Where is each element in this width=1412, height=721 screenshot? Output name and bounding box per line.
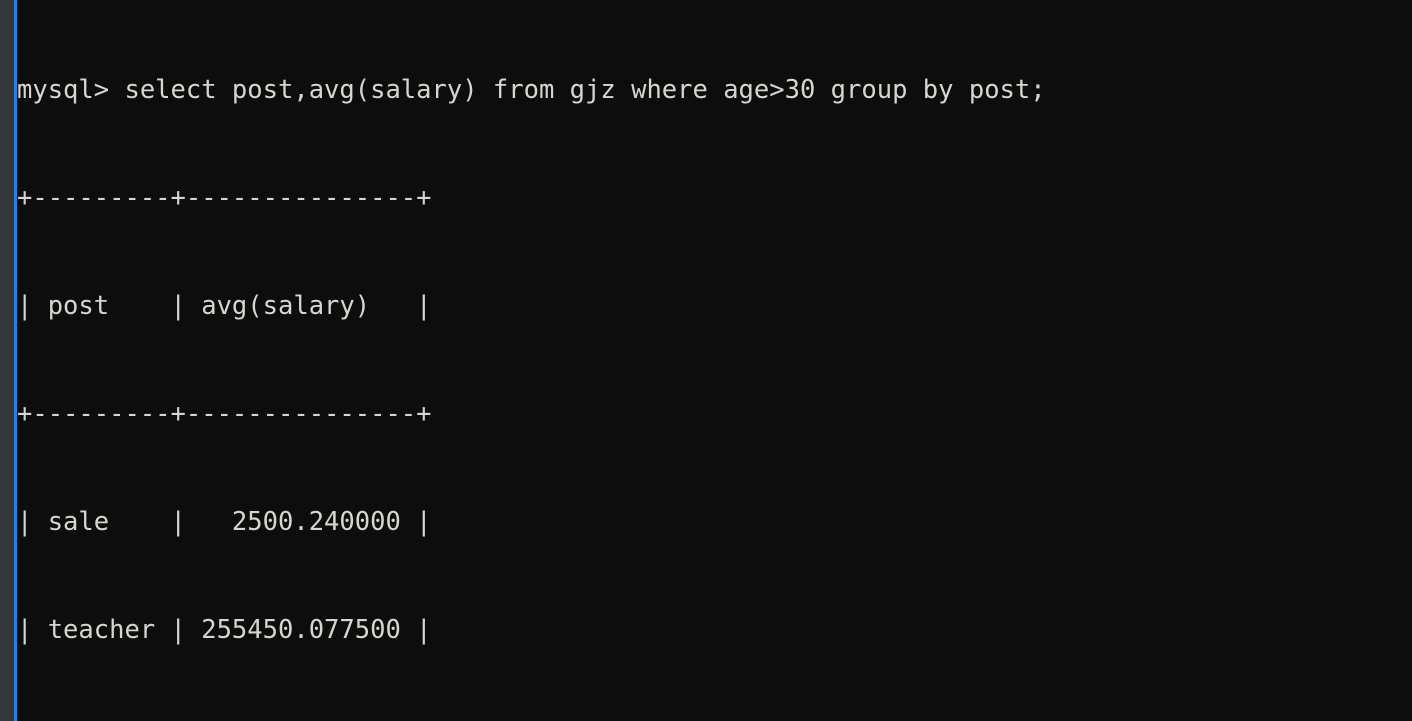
terminal-line: | teacher | 255450.077500 | xyxy=(17,615,432,645)
terminal-window: mysql> select post,avg(salary) from gjz … xyxy=(0,0,1412,721)
terminal-line: +---------+---------------+ xyxy=(17,399,432,429)
terminal-line: +---------+---------------+ xyxy=(17,183,432,213)
terminal-line: | post | avg(salary) | xyxy=(17,291,432,321)
terminal-line: mysql> select post,avg(salary) from gjz … xyxy=(17,75,1046,105)
terminal-output-area[interactable]: mysql> select post,avg(salary) from gjz … xyxy=(17,0,1412,721)
terminal-line: | sale | 2500.240000 | xyxy=(17,507,432,537)
window-left-gutter xyxy=(0,0,14,721)
